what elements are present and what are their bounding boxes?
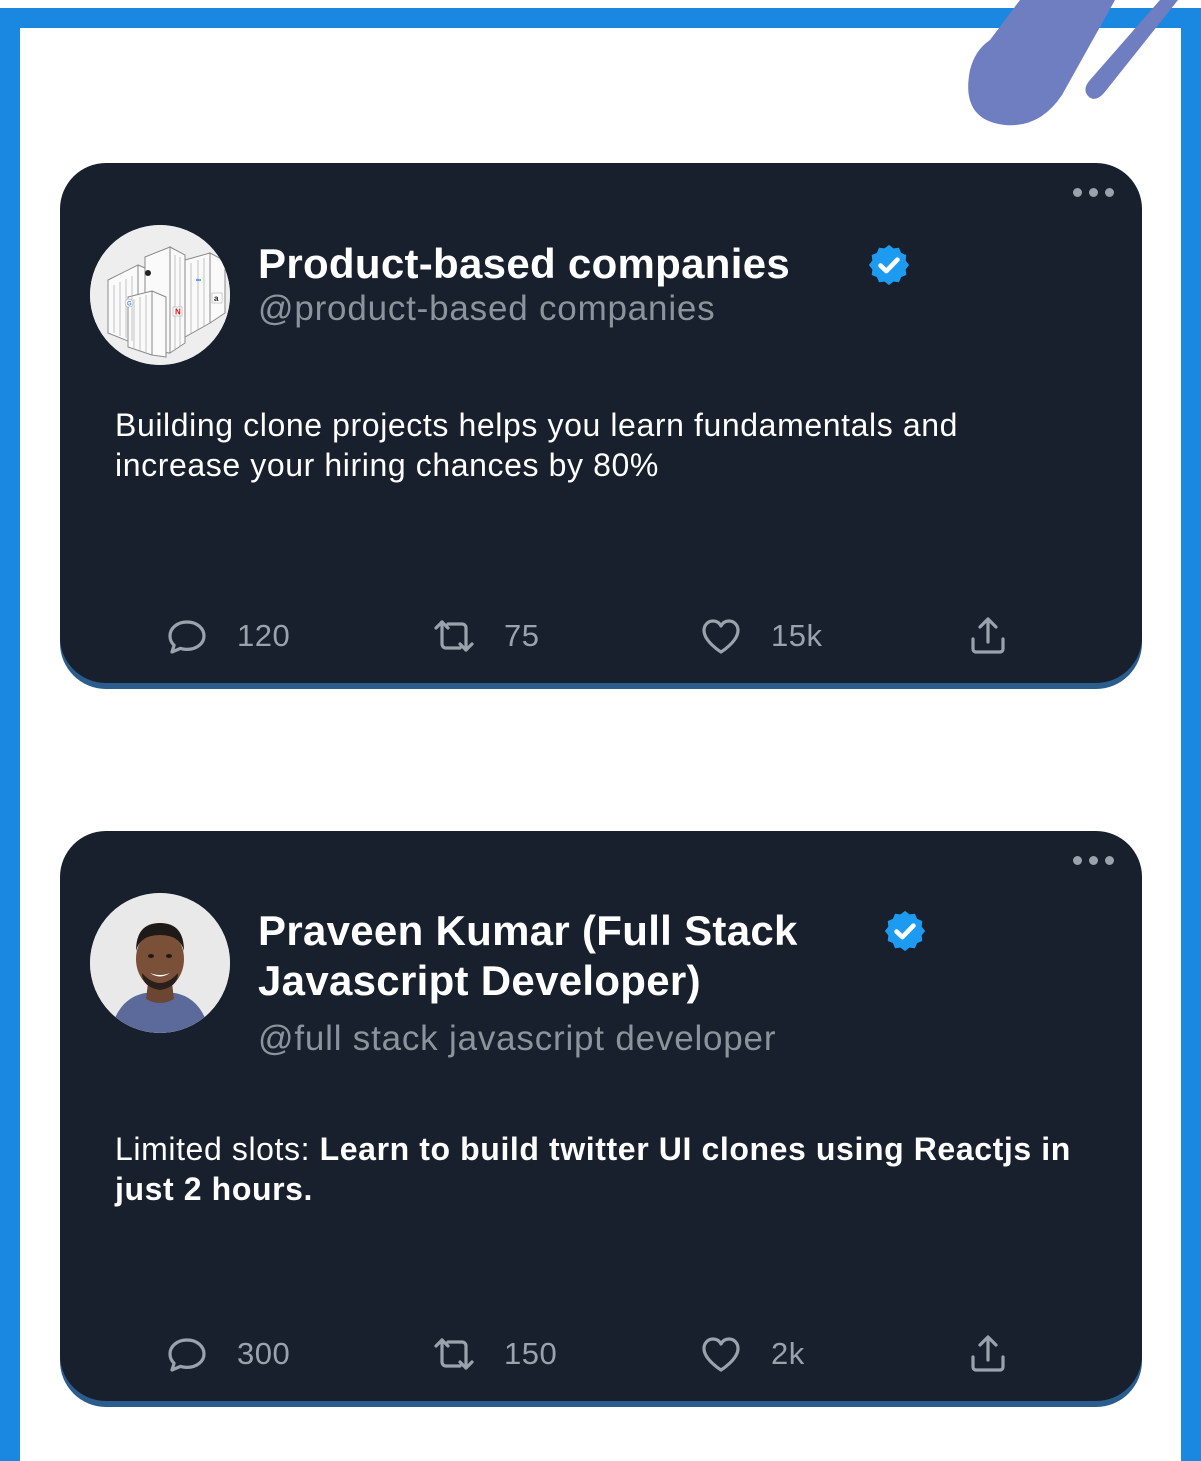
like-count: 15k [771, 618, 823, 653]
retweet-count: 75 [504, 618, 540, 653]
like-icon [702, 1337, 740, 1372]
reply-button[interactable]: 300 [163, 1329, 290, 1379]
tweet-card[interactable]: Praveen Kumar (Full Stack Javascript Dev… [60, 831, 1142, 1401]
verified-icon [868, 244, 910, 286]
share-button[interactable] [964, 1329, 1012, 1379]
like-icon [702, 619, 740, 654]
reply-count: 120 [237, 618, 291, 653]
handle[interactable]: @product-based companies [258, 289, 715, 329]
reply-icon [168, 620, 206, 654]
retweet-button[interactable]: 75 [430, 611, 539, 661]
share-button[interactable] [964, 611, 1012, 661]
avatar[interactable]: G N a ∞ [90, 225, 230, 365]
share-icon [971, 617, 1005, 654]
tweet-text-plain: Building clone projects helps you learn … [115, 407, 959, 483]
decorative-stripes [968, 0, 1178, 126]
tweet-text: Building clone projects helps you learn … [115, 405, 1075, 485]
more-icon[interactable] [1073, 188, 1114, 197]
like-button[interactable]: 2k [697, 1329, 805, 1379]
tweet-text: Limited slots: Learn to build twitter UI… [115, 1129, 1075, 1209]
reply-icon [168, 1338, 206, 1372]
tweet-actions: 120 75 15k [60, 611, 1142, 661]
reply-button[interactable]: 120 [163, 611, 290, 661]
display-name[interactable]: Product-based companies [258, 239, 790, 289]
svg-text:∞: ∞ [196, 277, 201, 284]
share-icon [971, 1335, 1005, 1372]
svg-text:G: G [127, 302, 132, 308]
retweet-icon [434, 1338, 474, 1370]
reply-count: 300 [237, 1336, 291, 1371]
tweet-text-plain: Limited slots: [115, 1131, 320, 1167]
retweet-button[interactable]: 150 [430, 1329, 557, 1379]
retweet-icon [434, 620, 474, 652]
svg-text:N: N [175, 308, 181, 317]
svg-text:a: a [214, 294, 219, 303]
handle[interactable]: @full stack javascript developer [258, 1019, 776, 1059]
like-count: 2k [771, 1336, 805, 1371]
avatar[interactable] [90, 893, 230, 1033]
tweet-card[interactable]: G N a ∞ Product-based companies @product… [60, 163, 1142, 683]
retweet-count: 150 [504, 1336, 558, 1371]
more-icon[interactable] [1073, 856, 1114, 865]
like-button[interactable]: 15k [697, 611, 822, 661]
verified-icon [884, 910, 926, 952]
display-name[interactable]: Praveen Kumar (Full Stack Javascript Dev… [258, 906, 878, 1006]
tweet-actions: 300 150 2k [60, 1329, 1142, 1379]
